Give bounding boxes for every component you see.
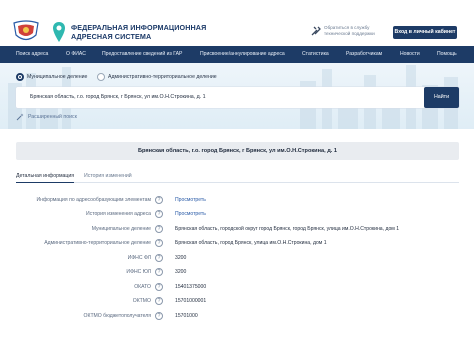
search-query-text: Брянская область, г.о. город Брянск, г Б… xyxy=(30,94,206,100)
nav-item-address-search[interactable]: Поиск адреса xyxy=(16,46,48,63)
support-line-2: технической поддержки xyxy=(324,31,375,36)
detail-row: Административно-территориальное деление … xyxy=(0,239,474,251)
detail-row: История изменения адреса ? Просмотреть xyxy=(0,210,474,222)
site-header: ФЕДЕРАЛЬНАЯ ИНФОРМАЦИОННАЯ АДРЕСНАЯ СИСТ… xyxy=(0,0,474,44)
brand-line-2: АДРЕСНАЯ СИСТЕМА xyxy=(71,31,152,41)
detail-value: 3200 xyxy=(175,269,187,275)
find-button[interactable]: Найти xyxy=(424,87,459,108)
tools-icon xyxy=(311,26,321,36)
detail-row: Муниципальное деление ? Брянская область… xyxy=(0,225,474,237)
help-icon[interactable]: ? xyxy=(155,283,163,291)
nav-item-about[interactable]: О ФИАС xyxy=(66,46,86,63)
tab-detailed-info[interactable]: Детальная информация xyxy=(16,171,75,183)
detail-label: ОКАТО xyxy=(134,284,151,290)
main-nav: Поиск адреса О ФИАС Предоставление сведе… xyxy=(0,46,474,63)
detail-label: Административно-территориальное деление xyxy=(44,240,151,246)
detail-label: ИФНС ЮЛ xyxy=(126,269,151,275)
detail-value: Брянская область, город Брянск, улица им… xyxy=(175,240,327,246)
nav-item-help[interactable]: Помощь xyxy=(437,46,457,63)
radio-municipal-division[interactable] xyxy=(16,73,24,81)
details-tabs: Детальная информация История изменений xyxy=(16,171,459,183)
state-emblem-icon[interactable] xyxy=(12,20,40,44)
nav-item-news[interactable]: Новости xyxy=(400,46,420,63)
nav-item-address-assignment[interactable]: Присвоение/аннулирование адреса xyxy=(200,46,285,63)
tab-change-history[interactable]: История изменений xyxy=(84,171,132,183)
detail-label: ОКТМО xyxy=(132,298,151,304)
nav-item-developers[interactable]: Разработчикам xyxy=(346,46,382,63)
detail-value-link[interactable]: Просмотреть xyxy=(175,196,206,204)
location-pin-icon xyxy=(53,22,65,42)
detail-row: Информация по адресообразующим элементам… xyxy=(0,196,474,208)
help-icon[interactable]: ? xyxy=(155,297,163,305)
detail-value-link[interactable]: Просмотреть xyxy=(175,210,206,218)
brand-title[interactable]: ФЕДЕРАЛЬНАЯ ИНФОРМАЦИОННАЯ АДРЕСНАЯ СИСТ… xyxy=(71,23,206,41)
magic-wand-icon xyxy=(16,113,24,121)
detail-row: ИФНС ЮЛ ? 3200 xyxy=(0,268,474,280)
nav-item-gar-data[interactable]: Предоставление сведений из ГАР xyxy=(102,46,182,63)
radio-admin-label[interactable]: Административно-территориальное деление xyxy=(108,73,217,81)
detail-row: ОКТМО бюджетополучателя ? 15701000 xyxy=(0,312,474,324)
help-icon[interactable]: ? xyxy=(155,312,163,320)
advanced-search-label: Расширенный поиск xyxy=(28,114,77,120)
radio-admin-division[interactable] xyxy=(97,73,105,81)
detail-row: ОКАТО ? 15401375000 xyxy=(0,283,474,295)
detail-value: 15701000001 xyxy=(175,298,207,304)
detail-value: Брянская область, городской округ город … xyxy=(175,226,400,232)
address-title: Брянская область, г.о. город Брянск, г Б… xyxy=(16,142,459,160)
detail-label: ИФНС ФЛ xyxy=(127,255,151,261)
radio-municipal-label[interactable]: Муниципальное деление xyxy=(27,73,87,81)
detail-value: 15701000 xyxy=(175,313,198,319)
detail-value: 3200 xyxy=(175,255,187,261)
help-icon[interactable]: ? xyxy=(155,196,163,204)
detail-label: История изменения адреса xyxy=(85,211,151,217)
help-icon[interactable]: ? xyxy=(155,239,163,247)
help-icon[interactable]: ? xyxy=(155,254,163,262)
detail-row: ОКТМО ? 15701000001 xyxy=(0,297,474,309)
help-icon[interactable]: ? xyxy=(155,268,163,276)
login-cabinet-button[interactable]: Вход в личный кабинет xyxy=(393,26,457,39)
help-icon[interactable]: ? xyxy=(155,210,163,218)
detail-label: ОКТМО бюджетополучателя xyxy=(83,313,151,319)
address-search-input[interactable]: Брянская область, г.о. город Брянск, г Б… xyxy=(16,87,459,108)
nav-item-statistics[interactable]: Статистика xyxy=(302,46,329,63)
detail-label: Муниципальное деление xyxy=(91,226,151,232)
help-icon[interactable]: ? xyxy=(155,225,163,233)
detail-label: Информация по адресообразующим элементам xyxy=(36,197,151,203)
detail-value: 15401375000 xyxy=(175,284,207,290)
detail-row: ИФНС ФЛ ? 3200 xyxy=(0,254,474,266)
